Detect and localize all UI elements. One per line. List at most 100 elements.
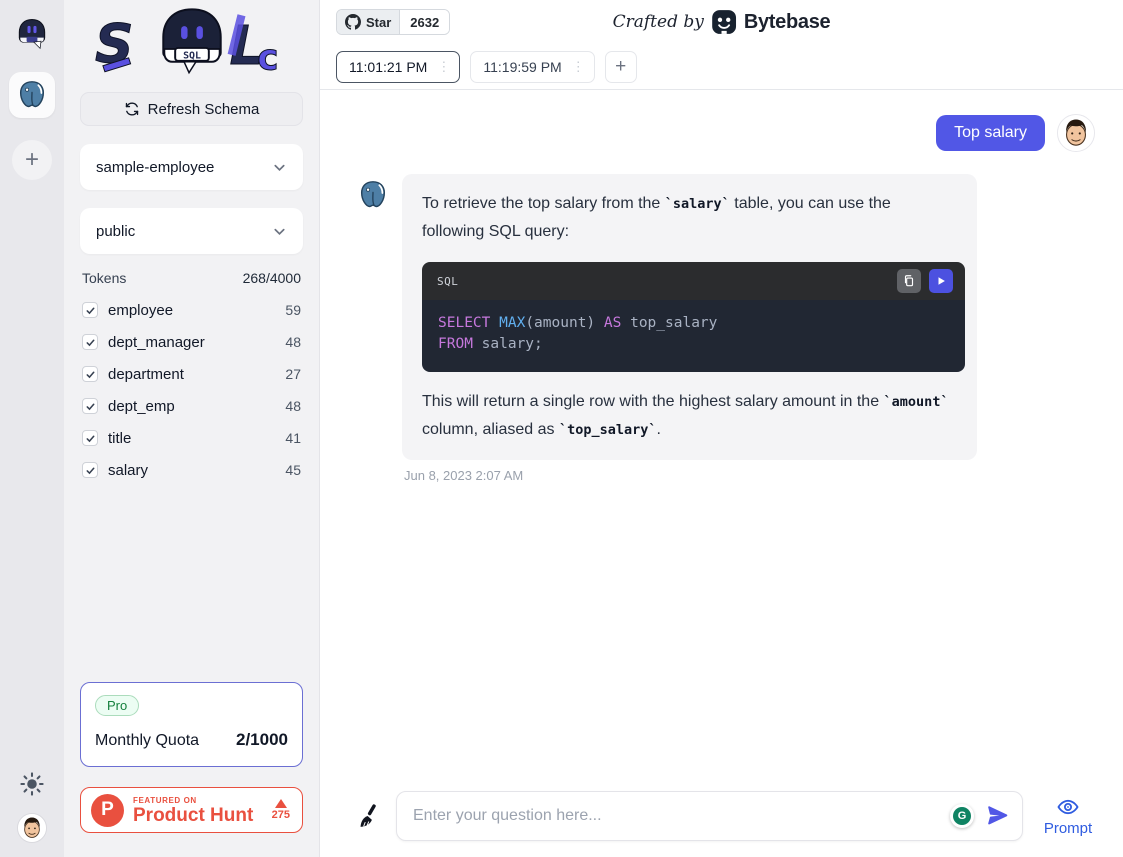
schema-select[interactable]: public bbox=[80, 208, 303, 254]
quota-card: Pro Monthly Quota 2/1000 bbox=[80, 682, 303, 767]
main-header: Star 2632 Crafted by Bytebase bbox=[320, 0, 1123, 44]
table-token-count: 27 bbox=[285, 366, 301, 382]
table-checkbox[interactable] bbox=[82, 462, 98, 478]
database-select[interactable]: sample-employee bbox=[80, 144, 303, 190]
table-row[interactable]: salary 45 bbox=[80, 454, 303, 486]
run-query-button[interactable] bbox=[929, 269, 953, 293]
refresh-icon bbox=[124, 101, 140, 117]
svg-text:c: c bbox=[257, 38, 278, 78]
theme-toggle-sun-icon[interactable] bbox=[19, 771, 45, 797]
postgresql-avatar-icon bbox=[356, 178, 390, 212]
conversation-tab[interactable]: 11:19:59 PM ⋮ bbox=[470, 51, 594, 83]
conversation-tabs: 11:01:21 PM ⋮ 11:19:59 PM ⋮ + bbox=[320, 44, 1123, 90]
connection-postgres[interactable] bbox=[9, 72, 55, 118]
assistant-message-row: To retrieve the top salary from the `sal… bbox=[356, 174, 1095, 460]
table-name: employee bbox=[108, 302, 173, 319]
table-name: dept_emp bbox=[108, 398, 175, 415]
table-row[interactable]: dept_emp 48 bbox=[80, 390, 303, 422]
chevron-down-icon bbox=[272, 224, 287, 239]
table-row[interactable]: department 27 bbox=[80, 358, 303, 390]
copy-icon bbox=[902, 274, 916, 288]
database-select-value: sample-employee bbox=[96, 159, 214, 176]
github-star-label: Star bbox=[366, 15, 391, 30]
postgresql-icon bbox=[15, 78, 49, 112]
tab-menu-icon[interactable]: ⋮ bbox=[434, 59, 453, 75]
github-icon bbox=[345, 14, 361, 30]
table-token-count: 48 bbox=[285, 398, 301, 414]
table-name: title bbox=[108, 430, 131, 447]
user-avatar bbox=[1057, 114, 1095, 152]
copy-code-button[interactable] bbox=[897, 269, 921, 293]
code-block-header: SQL bbox=[422, 262, 965, 300]
refresh-schema-button[interactable]: Refresh Schema bbox=[80, 92, 303, 126]
assistant-message-bubble: To retrieve the top salary from the `sal… bbox=[402, 174, 977, 460]
chevron-down-icon bbox=[272, 160, 287, 175]
conversation-tab[interactable]: 11:01:21 PM ⋮ bbox=[336, 51, 460, 83]
quota-value: 2/1000 bbox=[236, 730, 288, 750]
table-name: salary bbox=[108, 462, 148, 479]
clear-conversation-broom-icon[interactable] bbox=[356, 803, 382, 829]
code-block-body: SELECT MAX(amount) AS top_salary FROM sa… bbox=[422, 300, 965, 372]
assistant-paragraph: To retrieve the top salary from the `sal… bbox=[422, 190, 957, 246]
prompt-button[interactable]: Prompt bbox=[1037, 795, 1099, 837]
quota-label: Monthly Quota bbox=[95, 732, 199, 750]
product-hunt-kicker: FEATURED ON bbox=[133, 796, 253, 805]
sqlchat-logo: S SQL L c bbox=[93, 6, 291, 78]
inline-code: `salary` bbox=[665, 196, 730, 212]
inline-code: `top_salary` bbox=[559, 422, 657, 438]
tokens-label: Tokens bbox=[82, 270, 126, 286]
grammarly-icon[interactable]: G bbox=[950, 804, 974, 828]
code-language-label: SQL bbox=[437, 275, 458, 288]
conversation-tab-label: 11:19:59 PM bbox=[483, 59, 561, 75]
prompt-button-label: Prompt bbox=[1044, 820, 1092, 837]
tokens-summary: Tokens 268/4000 bbox=[82, 270, 301, 286]
bytebase-logo-icon bbox=[711, 9, 737, 35]
table-checkbox[interactable] bbox=[82, 366, 98, 382]
tokens-value: 268/4000 bbox=[243, 270, 301, 286]
table-token-count: 41 bbox=[285, 430, 301, 446]
composer: G Prompt bbox=[320, 779, 1123, 857]
product-hunt-vote-count: 275 bbox=[272, 809, 290, 821]
table-row[interactable]: dept_manager 48 bbox=[80, 326, 303, 358]
product-hunt-name: Product Hunt bbox=[133, 806, 253, 825]
main-area: Star 2632 Crafted by Bytebase 11:01:21 P… bbox=[320, 0, 1123, 857]
account-avatar[interactable] bbox=[17, 813, 47, 843]
product-hunt-logo: P bbox=[91, 794, 124, 827]
crafted-by-text: Crafted by bbox=[613, 12, 704, 32]
table-checkbox[interactable] bbox=[82, 430, 98, 446]
table-token-count: 59 bbox=[285, 302, 301, 318]
svg-text:SQL: SQL bbox=[183, 50, 201, 61]
sqlchat-bot-icon bbox=[14, 16, 50, 52]
new-conversation-button[interactable]: + bbox=[605, 51, 637, 83]
bytebase-brand-name: Bytebase bbox=[744, 11, 831, 34]
crafted-by[interactable]: Crafted by Bytebase bbox=[613, 9, 831, 35]
table-checkbox[interactable] bbox=[82, 334, 98, 350]
schema-select-value: public bbox=[96, 223, 135, 240]
table-token-count: 45 bbox=[285, 462, 301, 478]
table-token-count: 48 bbox=[285, 334, 301, 350]
github-star-count: 2632 bbox=[399, 10, 449, 34]
tab-menu-icon[interactable]: ⋮ bbox=[569, 59, 588, 75]
sql-code-block: SQL SELECT MAX(amount) AS top_salary FRO… bbox=[422, 262, 965, 372]
question-input[interactable] bbox=[413, 807, 940, 825]
table-list: employee 59 dept_manager 48 department 2… bbox=[80, 294, 303, 486]
refresh-schema-label: Refresh Schema bbox=[148, 101, 260, 118]
assistant-paragraph: This will return a single row with the h… bbox=[422, 388, 957, 444]
table-row[interactable]: title 41 bbox=[80, 422, 303, 454]
table-row[interactable]: employee 59 bbox=[80, 294, 303, 326]
play-icon bbox=[935, 275, 947, 287]
sidebar-spacer bbox=[80, 486, 303, 682]
product-hunt-badge[interactable]: P FEATURED ON Product Hunt 275 bbox=[80, 787, 303, 833]
user-message-row: Top salary bbox=[356, 114, 1095, 152]
chat-scroll-area[interactable]: Top salary bbox=[320, 90, 1123, 779]
table-checkbox[interactable] bbox=[82, 398, 98, 414]
table-checkbox[interactable] bbox=[82, 302, 98, 318]
send-button[interactable] bbox=[984, 803, 1010, 829]
question-input-wrap: G bbox=[396, 791, 1023, 841]
add-connection-button[interactable]: + bbox=[12, 140, 52, 180]
send-icon bbox=[985, 803, 1010, 828]
github-star-button[interactable]: Star 2632 bbox=[336, 9, 450, 35]
table-name: dept_manager bbox=[108, 334, 205, 351]
user-message-bubble: Top salary bbox=[936, 115, 1045, 151]
table-name: department bbox=[108, 366, 184, 383]
